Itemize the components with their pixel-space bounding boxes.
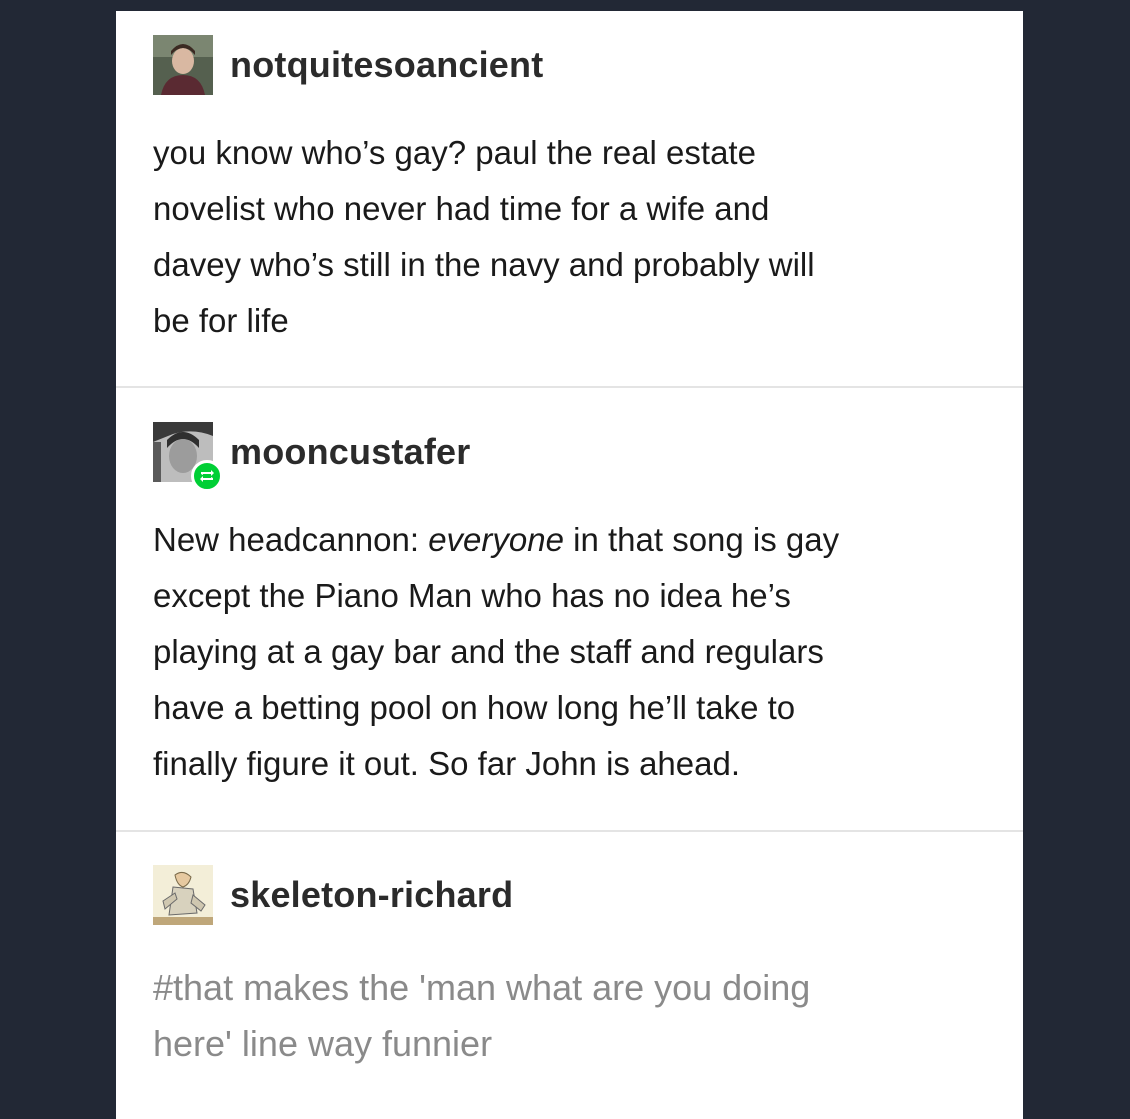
post-text-line: novelist who never had time for a wife a… (153, 190, 770, 227)
post-text-line: playing at a gay bar and the staff and r… (153, 633, 824, 670)
username[interactable]: skeleton-richard (230, 874, 513, 916)
post-text-line: you know who’s gay? paul the real estate (153, 134, 756, 171)
tag-line[interactable]: #that makes the 'man what are you doing (153, 960, 993, 1016)
drawing-avatar-icon[interactable] (153, 865, 213, 925)
post-tags: #that makes the 'man what are you doing … (153, 960, 993, 1072)
person-avatar-icon[interactable] (153, 35, 213, 95)
post-body: you know who’s gay? paul the real estate… (153, 125, 993, 349)
post-text-line: except the Piano Man who has no idea he’… (153, 577, 791, 614)
post-text-line: be for life (153, 302, 289, 339)
reblog-icon (191, 460, 223, 492)
post-text-segment: New headcannon: (153, 521, 429, 558)
avatar-image (153, 865, 213, 925)
post-text-line: have a betting pool on how long he’ll ta… (153, 689, 796, 726)
post-body: New headcannon: everyone in that song is… (153, 512, 993, 792)
post-header: mooncustafer (153, 421, 993, 492)
post-skeleton-richard: skeleton-richard #that makes the 'man wh… (116, 832, 1023, 1072)
post-notquitesoancient: notquitesoancient you know who’s gay? pa… (116, 11, 1023, 386)
username[interactable]: mooncustafer (230, 431, 470, 473)
post-text-line: New headcannon: everyone in that song is… (153, 512, 993, 568)
avatar-image (153, 35, 213, 95)
post-text-line: davey who’s still in the navy and probab… (153, 246, 815, 283)
post-mooncustafer: mooncustafer New headcannon: everyone in… (116, 388, 1023, 830)
username[interactable]: notquitesoancient (230, 44, 543, 86)
post-header: notquitesoancient (153, 34, 993, 96)
tumblr-post-card: notquitesoancient you know who’s gay? pa… (116, 11, 1023, 1119)
post-header: skeleton-richard (153, 864, 993, 926)
post-text-line: finally figure it out. So far John is ah… (153, 745, 741, 782)
emphasis-text: everyone (428, 521, 564, 558)
tag-line[interactable]: here' line way funnier (153, 1016, 993, 1072)
post-text-segment: in that song is gay (563, 521, 840, 558)
person-avatar-icon[interactable] (153, 422, 223, 492)
